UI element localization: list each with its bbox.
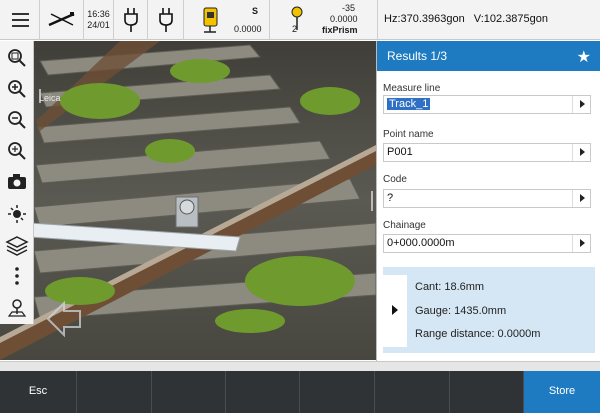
softkey-5[interactable] xyxy=(300,371,375,413)
camera-view[interactable]: Leica xyxy=(0,41,376,360)
layers-button[interactable] xyxy=(0,230,34,260)
brightness-button[interactable] xyxy=(0,199,34,229)
menu-icon xyxy=(12,13,29,15)
camera-brand-label: Leica xyxy=(39,93,61,103)
menu-button[interactable] xyxy=(0,0,40,40)
point-name-value: P001 xyxy=(387,146,413,158)
point-name-label: Point name xyxy=(383,129,434,140)
results-header: Results 1/3 ★ xyxy=(377,41,600,71)
prism-constant: 0.0000 xyxy=(330,14,358,24)
expand-results-button[interactable] xyxy=(383,275,407,347)
clock: 16:36 24/01 xyxy=(84,0,114,40)
rod-icon xyxy=(48,12,75,27)
chevron-right-icon[interactable] xyxy=(572,96,590,113)
rod-status[interactable] xyxy=(40,0,84,40)
esc-button[interactable]: Esc xyxy=(0,371,77,413)
date-text: 24/01 xyxy=(87,20,110,30)
plug-icon xyxy=(159,8,173,32)
softkey-7[interactable] xyxy=(450,371,524,413)
store-button[interactable]: Store xyxy=(524,371,600,413)
softkey-6[interactable] xyxy=(375,371,450,413)
brightness-icon xyxy=(8,205,26,223)
prism-offset: -35 xyxy=(342,3,356,13)
chainage-value: 0+000.0000m xyxy=(387,237,455,249)
chainage-field[interactable]: 0+000.0000m xyxy=(383,234,591,253)
softkey-2[interactable] xyxy=(77,371,152,413)
softkey-3[interactable] xyxy=(152,371,226,413)
total-station-icon xyxy=(203,7,218,33)
code-value: ? xyxy=(387,192,394,204)
zoom-in-icon xyxy=(8,80,26,98)
zoom-in-button[interactable] xyxy=(0,74,34,104)
zoom-out-icon xyxy=(8,111,26,129)
more-vertical-icon xyxy=(15,267,19,285)
code-field[interactable]: ? xyxy=(383,189,591,208)
chevron-right-icon[interactable] xyxy=(572,235,590,252)
prism-type: fixPrism xyxy=(322,25,358,35)
hz-angle: Hz:370.3963gon xyxy=(384,13,465,25)
more-options-button[interactable] xyxy=(0,261,34,291)
results-title: Results 1/3 xyxy=(387,49,448,63)
layers-icon xyxy=(5,236,29,256)
cant-value: Cant: 18.6mm xyxy=(415,281,485,293)
plug-icon xyxy=(124,8,138,32)
v-angle: V:102.3875gon xyxy=(473,13,549,25)
chevron-right-icon[interactable] xyxy=(572,144,590,161)
zoom-reset-button[interactable] xyxy=(0,136,34,166)
softkey-4[interactable] xyxy=(226,371,300,413)
power-status[interactable] xyxy=(114,0,148,40)
menu-icon-bar xyxy=(12,19,29,21)
measure-line-field[interactable]: Track_1 xyxy=(383,95,591,114)
results-panel: Results 1/3 ★ Measure line Track_1 Point… xyxy=(376,41,600,361)
prism-count: 2 xyxy=(292,24,298,34)
measure-line-label: Measure line xyxy=(383,83,441,94)
chainage-label: Chainage xyxy=(383,220,426,231)
code-label: Code xyxy=(383,174,407,185)
target-button[interactable] xyxy=(0,292,34,322)
zoom-reset-icon xyxy=(8,142,26,160)
instrument-mode: S xyxy=(252,6,259,16)
point-name-field[interactable]: P001 xyxy=(383,143,591,162)
status-bar: 16:36 24/01 S 0.0000 2 -35 0.0000 fixPri… xyxy=(0,0,600,40)
instrument-status[interactable]: S 0.0000 xyxy=(184,0,270,40)
measure-line-value: Track_1 xyxy=(387,98,431,110)
softkey-bar: Esc Store xyxy=(0,371,600,413)
camera-icon xyxy=(8,174,26,189)
separator-strip xyxy=(0,361,600,371)
prism-icon xyxy=(291,6,303,30)
menu-icon-bar xyxy=(12,25,29,27)
camera-capture-button[interactable] xyxy=(0,168,34,198)
time-text: 16:36 xyxy=(87,9,110,19)
camera-tool-rail xyxy=(0,41,34,324)
prism-target-icon xyxy=(7,299,27,317)
instrument-power-status[interactable] xyxy=(148,0,184,40)
results-summary: Cant: 18.6mm Gauge: 1435.0mm Range dista… xyxy=(383,267,595,353)
track-camera-image xyxy=(0,41,376,360)
range-distance-value: Range distance: 0.0000m xyxy=(415,328,541,340)
angle-readout: Hz:370.3963gon V:102.3875gon xyxy=(378,0,600,40)
zoom-fit-button[interactable] xyxy=(0,43,34,73)
chevron-right-icon[interactable] xyxy=(572,190,590,207)
zoom-out-button[interactable] xyxy=(0,105,34,135)
zoom-fit-icon xyxy=(8,49,26,67)
gauge-value: Gauge: 1435.0mm xyxy=(415,305,507,317)
prism-status[interactable]: 2 -35 0.0000 fixPrism xyxy=(270,0,378,40)
favorite-star-icon[interactable]: ★ xyxy=(577,47,591,67)
instrument-value: 0.0000 xyxy=(234,24,262,34)
